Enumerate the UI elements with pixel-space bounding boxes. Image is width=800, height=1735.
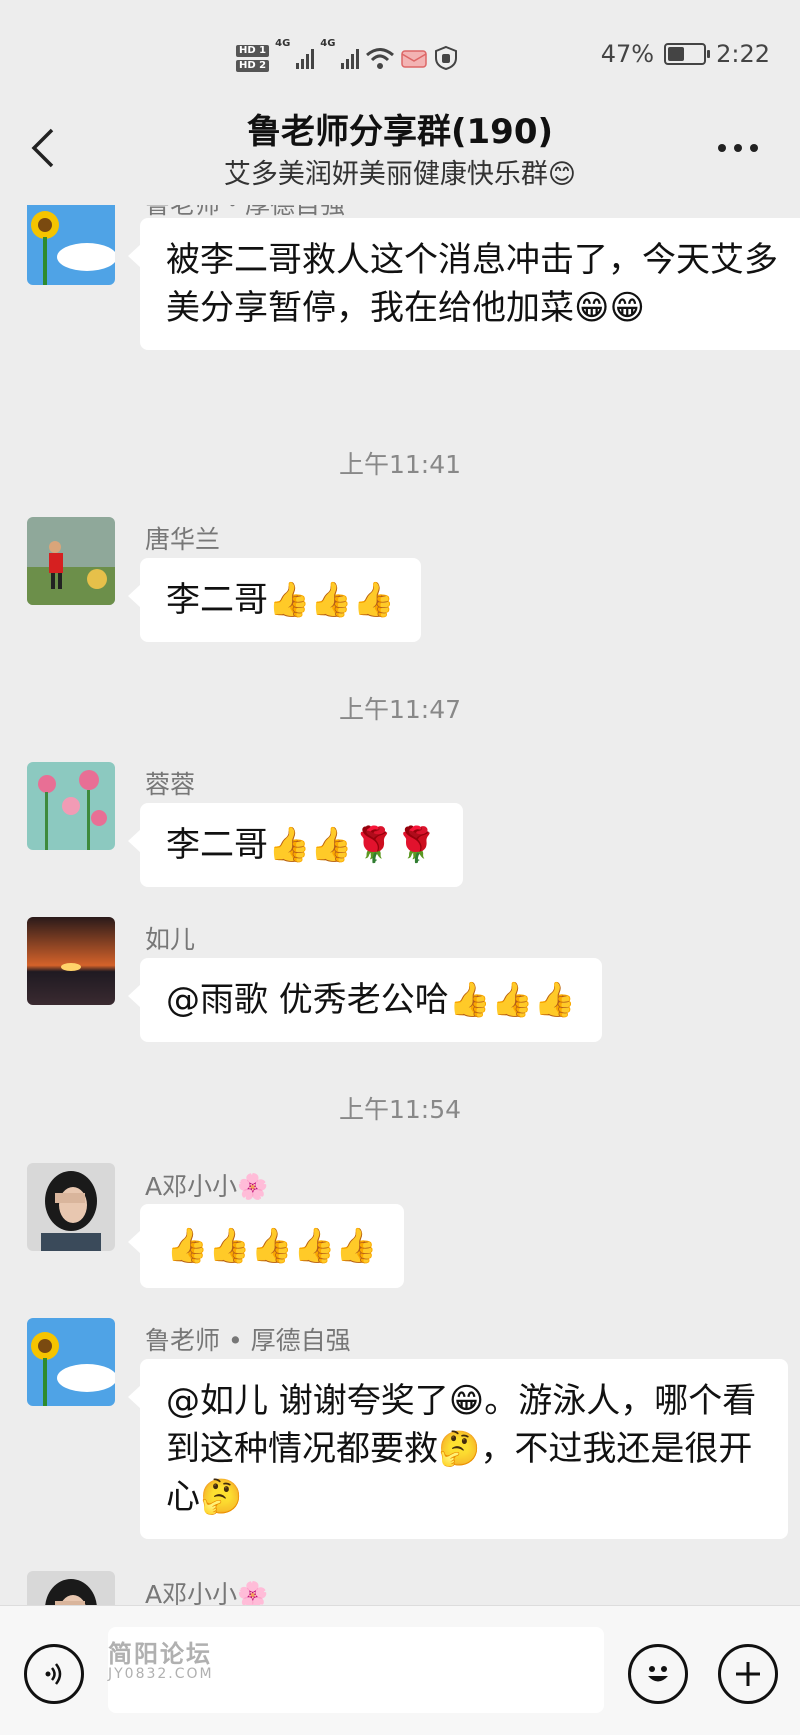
sender-name: 唐华兰 bbox=[145, 525, 221, 554]
battery-percent: 47% bbox=[600, 40, 655, 68]
more-options-icon[interactable] bbox=[716, 122, 760, 168]
signal-icon-2 bbox=[341, 47, 360, 69]
avatar-lu-laoshi[interactable] bbox=[27, 1318, 115, 1406]
battery-icon bbox=[664, 43, 711, 65]
watermark-text: 简阳论坛 bbox=[108, 1639, 212, 1668]
sender-name: 如儿 bbox=[145, 925, 196, 954]
group-title: 鲁老师分享群(190) bbox=[246, 112, 554, 152]
clock: 2:22 bbox=[716, 40, 770, 68]
network-label-1: 4G bbox=[275, 38, 291, 49]
sender-name: 鲁老师 • 厚德自强 bbox=[145, 1326, 351, 1355]
chat-messages[interactable]: 鲁老师・厚德自强 被李二哥救人这个消息冲击了，今天艾多美分享暂停，我在给他加菜😁… bbox=[0, 205, 800, 1605]
group-subtitle: 艾多美润妍美丽健康快乐群😊 bbox=[223, 159, 577, 190]
avatar-lu-laoshi[interactable] bbox=[27, 205, 115, 285]
network-label-2: 4G bbox=[320, 38, 336, 49]
plus-icon[interactable] bbox=[718, 1644, 778, 1704]
timestamp: 上午11:41 bbox=[338, 450, 462, 479]
message-bubble[interactable]: @雨歌 优秀老公哈👍👍👍 bbox=[128, 958, 602, 1042]
shield-hand-icon bbox=[435, 45, 458, 71]
message-notification-icon bbox=[401, 50, 428, 68]
message-bubble[interactable]: @如儿 谢谢夸奖了😁。游泳人，哪个看到这种情况都要救🤔，不过我还是很开心🤔 bbox=[128, 1359, 788, 1539]
status-icons-right: 47% 2:22 bbox=[601, 40, 770, 68]
status-icons-left: HD 1 HD 2 4G 4G bbox=[236, 38, 459, 78]
voice-icon[interactable] bbox=[24, 1644, 84, 1704]
sender-name: A邓小小🌸 bbox=[145, 1172, 269, 1201]
message-bubble[interactable]: 被李二哥救人这个消息冲击了，今天艾多美分享暂停，我在给他加菜😁😁 bbox=[128, 218, 800, 350]
emoji-icon[interactable] bbox=[628, 1644, 688, 1704]
sender-name: A邓小小🌸 bbox=[145, 1580, 269, 1605]
message-bubble[interactable]: 👍👍👍👍👍 bbox=[128, 1204, 404, 1288]
timestamp: 上午11:47 bbox=[338, 695, 462, 724]
avatar-rongrong[interactable] bbox=[27, 762, 115, 850]
avatar-ruer[interactable] bbox=[27, 917, 115, 1005]
watermark-url: JY0832.COM bbox=[108, 1666, 214, 1682]
message-bubble[interactable]: 李二哥👍👍🌹🌹 bbox=[127, 803, 464, 887]
sender-name: 蓉蓉 bbox=[145, 770, 196, 799]
message-bubble[interactable]: 李二哥👍👍👍 bbox=[127, 558, 422, 642]
hd-badges: HD 1 HD 2 bbox=[236, 44, 270, 72]
signal-icon-1 bbox=[296, 47, 315, 69]
hd1-badge: HD 1 bbox=[236, 44, 270, 57]
avatar-tang-hualan[interactable] bbox=[27, 517, 115, 605]
hd2-badge: HD 2 bbox=[236, 59, 270, 72]
wifi-icon bbox=[366, 48, 395, 69]
avatar-a-deng-xiaoxiao[interactable] bbox=[27, 1163, 115, 1251]
timestamp: 上午11:54 bbox=[338, 1095, 462, 1124]
avatar-a-deng-xiaoxiao[interactable] bbox=[27, 1571, 115, 1605]
